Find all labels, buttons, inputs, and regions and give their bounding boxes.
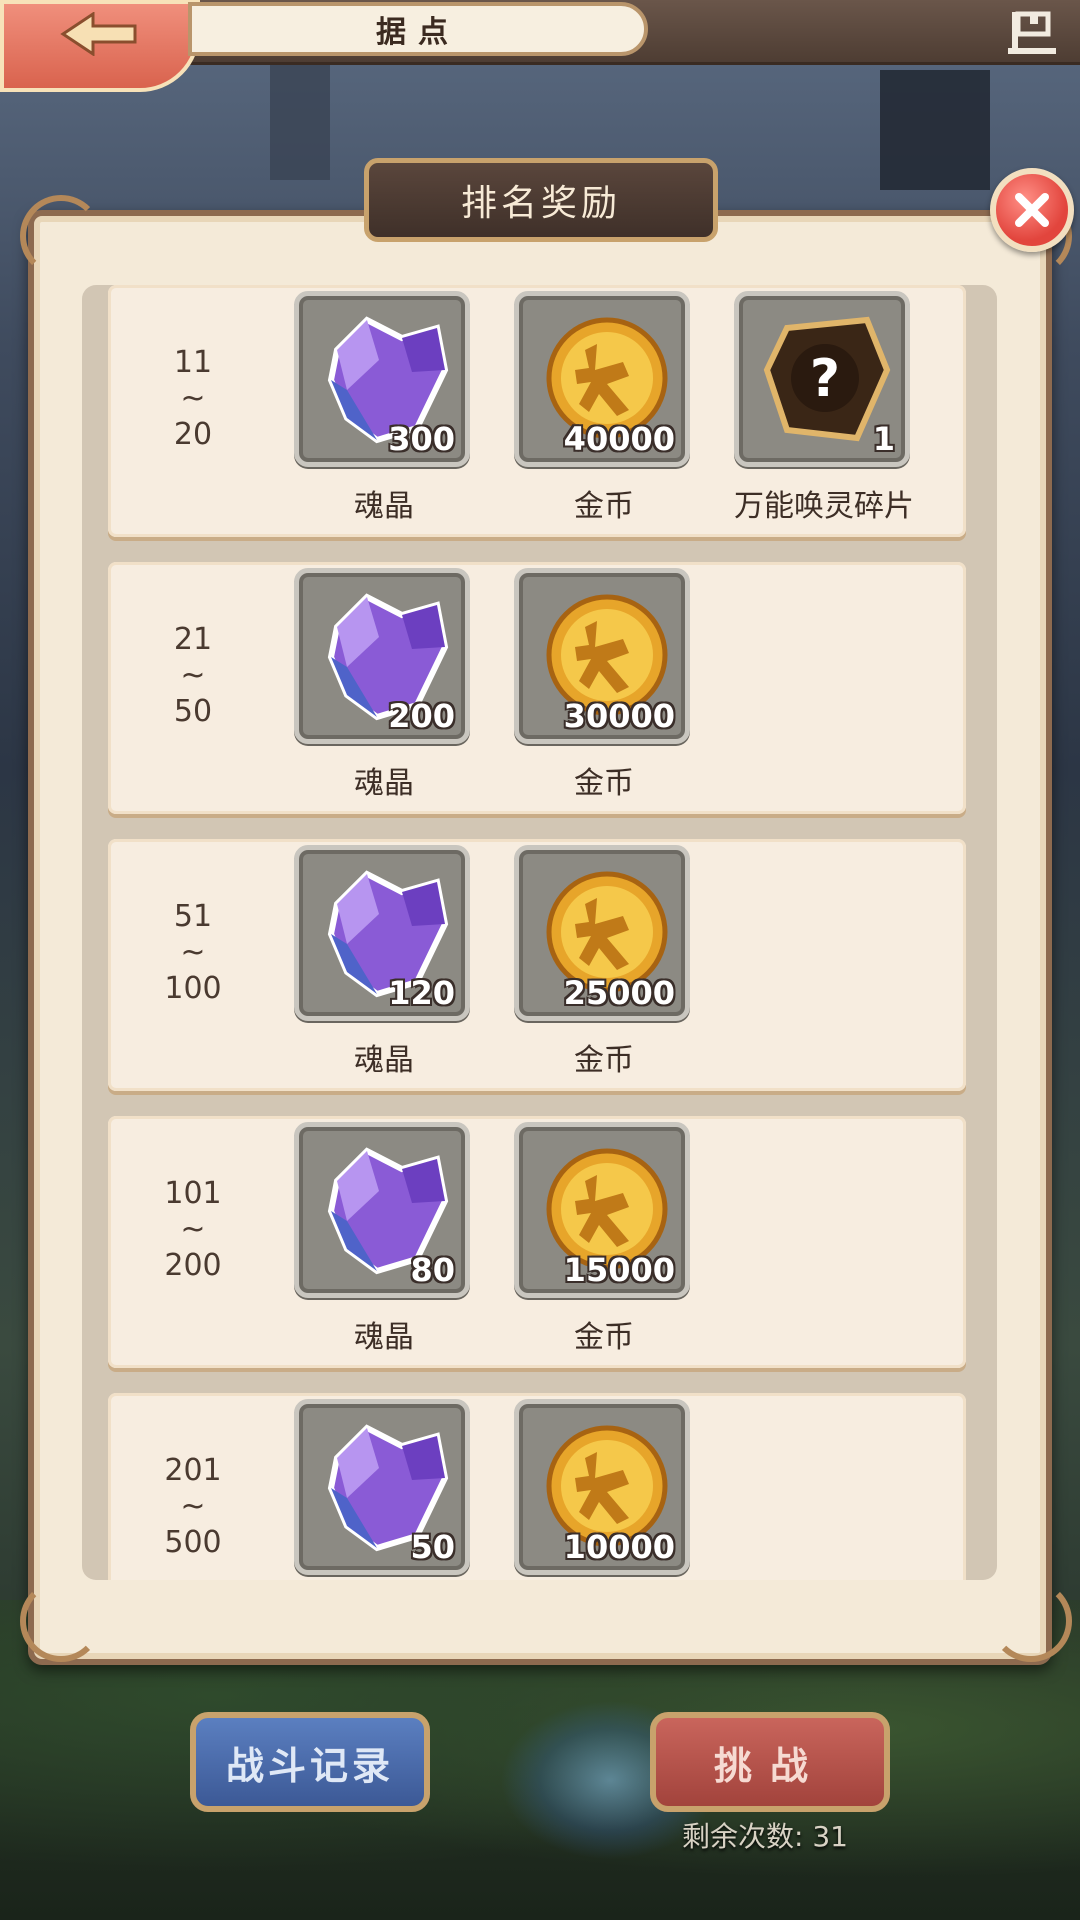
panel-corner-ornament	[990, 1580, 1072, 1662]
item-name: 金币	[574, 1320, 634, 1355]
back-button[interactable]	[0, 0, 200, 92]
reward-row: 11 ~ 20 300 魂晶 40000 金币 ? 1 万能唤灵碎片	[108, 285, 966, 537]
reward-row: 51 ~ 100 120 魂晶 25000 金币	[108, 839, 966, 1091]
battle-record-button[interactable]: 战斗记录	[190, 1712, 430, 1812]
item-quantity: 40000	[563, 420, 675, 458]
rank-range: 21 ~ 50	[173, 622, 213, 729]
rank-range: 11 ~ 20	[173, 345, 213, 452]
reward-list[interactable]: 11 ~ 20 300 魂晶 40000 金币 ? 1 万能唤灵碎片 21 ~ …	[82, 285, 997, 1580]
background-castle	[880, 70, 990, 190]
page-title: 据点	[188, 2, 648, 56]
item-quantity: 10000	[563, 1528, 675, 1566]
back-arrow-icon	[60, 12, 137, 56]
item-quantity: 200	[388, 697, 455, 735]
rank-range: 51 ~ 100	[164, 899, 222, 1006]
item-quantity: 15000	[563, 1251, 675, 1289]
item-quantity: 25000	[563, 974, 675, 1012]
item-name: 魂晶	[354, 1320, 414, 1355]
item-quantity: 50	[410, 1528, 455, 1566]
panel-corner-ornament	[20, 195, 102, 277]
reward-item[interactable]: 120 魂晶	[294, 845, 474, 1079]
item-name: 魂晶	[354, 1043, 414, 1078]
reward-row: 101 ~ 200 80 魂晶 15000 金币	[108, 1116, 966, 1368]
item-quantity: 30000	[563, 697, 675, 735]
rank-range: 201 ~ 500	[164, 1453, 222, 1560]
reward-row: 21 ~ 50 200 魂晶 30000 金币	[108, 562, 966, 814]
item-name: 金币	[574, 766, 634, 801]
reward-row: 201 ~ 500 50 魂晶	[108, 1393, 966, 1580]
close-icon	[1015, 193, 1049, 227]
reward-item[interactable]: 200 魂晶	[294, 568, 474, 802]
item-name: 金币	[574, 1043, 634, 1078]
reward-item[interactable]: ? 1 万能唤灵碎片	[734, 291, 914, 525]
item-name: 魂晶	[354, 489, 414, 524]
item-quantity: 300	[388, 420, 455, 458]
svg-text:?: ?	[810, 349, 840, 409]
challenge-button[interactable]: 挑战	[650, 1712, 890, 1812]
reward-item[interactable]: 40000 金币	[514, 291, 694, 525]
reward-item[interactable]: 10000 金币	[514, 1399, 694, 1580]
reward-item[interactable]: 80 魂晶	[294, 1122, 474, 1356]
item-quantity: 120	[388, 974, 455, 1012]
background-tower	[270, 60, 330, 180]
close-button[interactable]	[990, 168, 1074, 252]
reward-item[interactable]: 25000 金币	[514, 845, 694, 1079]
panel-corner-ornament	[20, 1580, 102, 1662]
reward-item[interactable]: 30000 金币	[514, 568, 694, 802]
item-name: 金币	[574, 489, 634, 524]
item-quantity: 1	[872, 420, 895, 458]
reward-item[interactable]: 15000 金币	[514, 1122, 694, 1356]
item-quantity: 80	[410, 1251, 455, 1289]
remaining-attempts: 剩余次数: 31	[682, 1820, 848, 1853]
dialog-title: 排名奖励	[364, 158, 718, 242]
reward-item[interactable]: 300 魂晶	[294, 291, 474, 525]
flag-icon[interactable]	[1008, 10, 1058, 56]
rank-range: 101 ~ 200	[164, 1176, 222, 1283]
item-name: 万能唤灵碎片	[734, 489, 914, 524]
reward-item[interactable]: 50 魂晶	[294, 1399, 474, 1580]
item-name: 魂晶	[354, 766, 414, 801]
